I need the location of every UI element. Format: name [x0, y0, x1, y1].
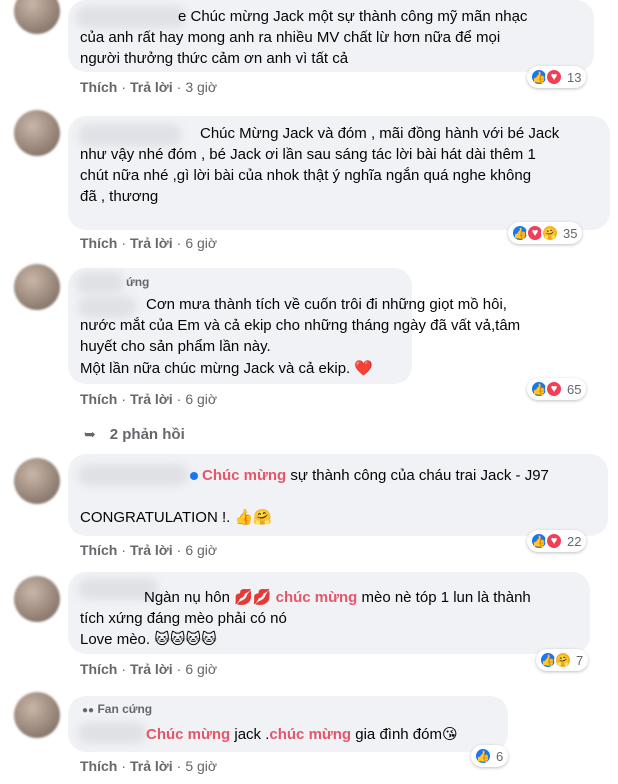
- love-icon: ♥: [545, 532, 563, 550]
- avatar[interactable]: [14, 576, 60, 622]
- reaction-count: 6: [496, 748, 504, 764]
- kiss-face-emoji: 😘: [442, 726, 458, 743]
- comment-text-line: Cơn mưa thành tích về cuốn trôi đi những…: [146, 296, 507, 313]
- comment-text-line: tích xứng đáng mèo phải có nó: [80, 610, 287, 627]
- comment-text-line: đã , thương: [80, 188, 159, 205]
- comment-text-line: chút nữa nhé ,gì lời bài của nhok thật ý…: [80, 167, 532, 184]
- comment-text-line: Chúc mừng sự thành công của cháu trai Ja…: [190, 465, 549, 486]
- commenter-name[interactable]: [76, 272, 124, 294]
- like-link[interactable]: Thích: [80, 235, 117, 251]
- reply-link[interactable]: Trả lời: [130, 542, 173, 558]
- comment-bubble: ứng Cơn mưa thành tích về cuốn trôi đi n…: [68, 268, 520, 384]
- avatar[interactable]: [14, 110, 60, 156]
- comment-text-line: của anh rất hay mong anh ra nhiều MV chấ…: [80, 29, 501, 46]
- love-icon: ♥: [545, 380, 563, 398]
- reaction-summary[interactable]: 👍 6: [471, 745, 509, 767]
- reply-arrow-icon: ➥: [84, 426, 96, 442]
- group-icon: ●●: [82, 705, 95, 716]
- like-link[interactable]: Thích: [80, 758, 117, 774]
- kiss-emoji: 💋💋: [234, 589, 272, 606]
- reply-link[interactable]: Trả lời: [130, 661, 173, 677]
- commenter-name[interactable]: [78, 124, 182, 146]
- reaction-summary[interactable]: 👍 ♥ 13: [527, 66, 587, 88]
- dot-icon: [190, 472, 198, 480]
- timestamp[interactable]: 5 giờ: [185, 758, 217, 774]
- like-link[interactable]: Thích: [80, 542, 117, 558]
- cat-emoji: 🐱🐱🐱🐱: [154, 631, 217, 648]
- reply-link[interactable]: Trả lời: [130, 79, 173, 95]
- reaction-count: 35: [563, 225, 578, 241]
- timestamp[interactable]: 3 giờ: [185, 79, 217, 95]
- comment-text-line: Chúc mừng jack .chúc mừng gia đình đóm😘: [146, 726, 458, 743]
- reaction-summary[interactable]: 👍 ♥ 22: [527, 530, 587, 552]
- reply-link[interactable]: Trả lời: [130, 235, 173, 251]
- like-icon: 👍: [474, 747, 492, 765]
- reaction-summary[interactable]: 👍 ♥ 65: [527, 378, 587, 400]
- reaction-count: 13: [567, 69, 582, 85]
- comment-actions: Thích · Trả lời · 6 giờ: [80, 235, 218, 251]
- comment-actions: Thích · Trả lời · 5 giờ: [80, 758, 218, 774]
- avatar[interactable]: [14, 458, 60, 504]
- reaction-count: 65: [567, 381, 582, 397]
- view-replies-link[interactable]: ➥ 2 phản hồi: [84, 426, 185, 443]
- care-icon: 🤗: [541, 224, 559, 242]
- care-icon: 🤗: [554, 651, 572, 669]
- comment-text-line: e Chúc mừng Jack một sự thành công mỹ mã…: [178, 8, 528, 25]
- like-link[interactable]: Thích: [80, 79, 117, 95]
- timestamp[interactable]: 6 giờ: [185, 661, 217, 677]
- comment-bubble: Ngàn nụ hôn 💋💋 chúc mừng mèo nè tóp 1 lu…: [68, 572, 590, 654]
- avatar[interactable]: [14, 0, 60, 34]
- reaction-count: 7: [576, 652, 584, 668]
- reply-link[interactable]: Trả lời: [130, 758, 173, 774]
- comment-bubble: Chúc Mừng Jack và đóm , mãi đồng hành vớ…: [68, 116, 610, 230]
- love-icon: ♥: [545, 68, 563, 86]
- like-link[interactable]: Thích: [80, 661, 117, 677]
- reaction-summary[interactable]: 👍 🤗 7: [536, 649, 589, 671]
- comment-actions: Thích · Trả lời · 6 giờ: [80, 661, 218, 677]
- comment-text-line: Một lần nữa chúc mừng Jack và cả ekip. ❤…: [80, 360, 374, 377]
- reaction-summary[interactable]: 👍 ♥ 🤗 35: [508, 222, 583, 244]
- reaction-count: 22: [567, 533, 582, 549]
- comment-text-line: Love mèo. 🐱🐱🐱🐱: [80, 631, 217, 648]
- comment-text-line: huyết cho sản phẩm lần này.: [80, 338, 271, 355]
- comment-text-line: Chúc Mừng Jack và đóm , mãi đồng hành vớ…: [200, 125, 560, 142]
- comment-text-line: người thưởng thức cảm ơn anh vì tất cả: [80, 50, 349, 67]
- comment-actions: Thích · Trả lời · 6 giờ: [80, 542, 218, 558]
- comment-actions: Thích · Trả lời · 6 giờ: [80, 391, 218, 407]
- comment-bubble: e Chúc mừng Jack một sự thành công mỹ mã…: [68, 0, 594, 72]
- timestamp[interactable]: 6 giờ: [185, 235, 217, 251]
- commenter-name-text[interactable]: ●● Fan cứng: [82, 701, 152, 719]
- commenter-name[interactable]: [78, 464, 188, 486]
- commenter-name[interactable]: [76, 6, 186, 28]
- like-link[interactable]: Thích: [80, 391, 117, 407]
- comment-text-line: Ngàn nụ hôn 💋💋 chúc mừng mèo nè tóp 1 lu…: [144, 589, 531, 606]
- timestamp[interactable]: 6 giờ: [185, 391, 217, 407]
- commenter-name-text[interactable]: ứng: [126, 274, 149, 290]
- commenter-name[interactable]: [78, 722, 146, 744]
- reply-link[interactable]: Trả lời: [130, 391, 173, 407]
- comment-text-line: như vậy nhé đóm , bé Jack ơi lần sau sán…: [80, 146, 536, 163]
- comment-bubble: Chúc mừng sự thành công của cháu trai Ja…: [68, 454, 608, 536]
- timestamp[interactable]: 6 giờ: [185, 542, 217, 558]
- comment-bubble: ●● Fan cứng Chúc mừng jack .chúc mừng gi…: [68, 696, 508, 752]
- thumbs-hug-emoji: 👍🤗: [234, 509, 272, 526]
- avatar[interactable]: [14, 264, 60, 310]
- comment-text-line: CONGRATULATION !. 👍🤗: [80, 509, 272, 526]
- comment-actions: Thích · Trả lời · 3 giờ: [80, 79, 218, 95]
- heart-emoji: ❤️: [354, 360, 374, 377]
- comment-text-line: nước mắt của Em và cả ekip cho những thá…: [80, 317, 521, 334]
- avatar[interactable]: [14, 692, 60, 738]
